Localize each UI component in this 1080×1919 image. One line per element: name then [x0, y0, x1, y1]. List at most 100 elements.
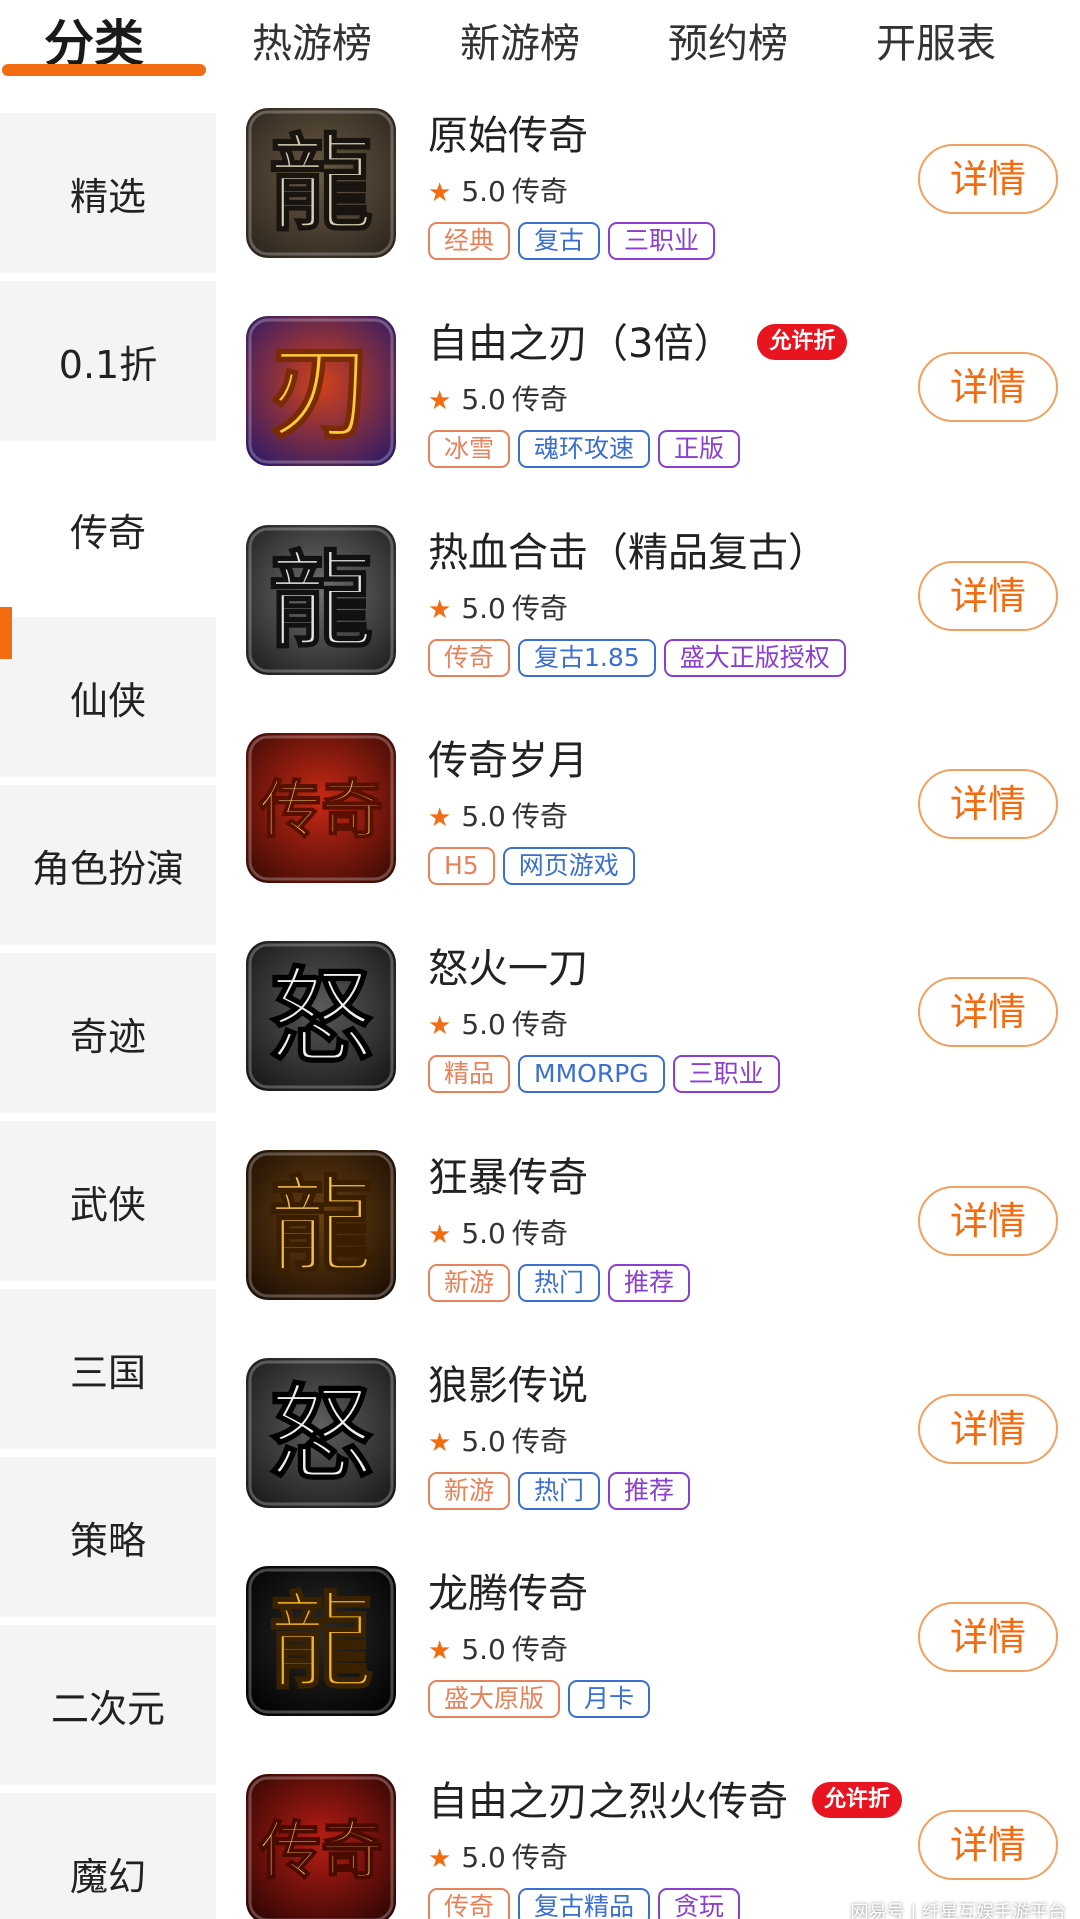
gold-dragon-icon[interactable]: 龍: [246, 1150, 396, 1300]
game-row[interactable]: 龍 龙腾传奇 ★ 5.0 传奇 盛大原版 月卡 详情: [216, 1566, 1080, 1774]
star-icon: ★: [428, 1428, 452, 1458]
sidebar-item-wuxia[interactable]: 武侠: [0, 1121, 216, 1281]
tag-list: 传奇 复古1.85 盛大正版授权: [428, 639, 846, 679]
dragon-char-icon[interactable]: 龍: [246, 108, 396, 258]
rating-row: ★ 5.0 传奇: [428, 1838, 568, 1878]
game-title: 狂暴传奇: [428, 1155, 588, 1201]
game-row[interactable]: 怒 怒火一刀 ★ 5.0 传奇 精品 MMORPG 三职业 详情: [216, 941, 1080, 1149]
star-icon: ★: [428, 386, 452, 416]
sidebar-item-label: 角色扮演: [31, 846, 184, 891]
tag-list: 精品 MMORPG 三职业: [428, 1055, 780, 1095]
game-tag: 推荐: [608, 1264, 691, 1302]
discount-badge: 允许折: [757, 324, 848, 360]
game-title: 龙腾传奇: [428, 1571, 588, 1617]
rating-value: 5.0: [461, 592, 506, 625]
game-genre: 传奇: [511, 1633, 568, 1666]
sidebar-item-rpg[interactable]: 角色扮演: [0, 785, 216, 945]
svg-text:怒: 怒: [269, 955, 373, 1078]
tab-reservation[interactable]: 预约榜: [668, 14, 788, 74]
game-tag: 三职业: [672, 1055, 780, 1093]
gold-dragon-orb-icon[interactable]: 龍: [246, 1566, 396, 1716]
game-row[interactable]: 龍热血合击（精品复古） ★ 5.0 传奇 传奇 复古1.85 盛大正版授权 详情: [216, 525, 1080, 733]
game-tag: 经典: [428, 222, 511, 260]
sidebar-item-three-kingdoms[interactable]: 三国: [0, 1289, 216, 1449]
game-title: 原始传奇: [428, 113, 588, 159]
svg-text:传奇: 传奇: [258, 773, 383, 846]
game-title: 怒火一刀: [428, 946, 588, 992]
sidebar-item-strategy[interactable]: 策略: [0, 1457, 216, 1617]
game-row[interactable]: 刃 自由之刃（3倍） 允许折 ★ 5.0 传奇 冰雪 魂环攻速 正版 详情: [216, 316, 1080, 524]
star-icon: ★: [428, 1011, 452, 1041]
detail-button[interactable]: 详情: [918, 1810, 1058, 1880]
rating-value: 5.0: [461, 383, 506, 416]
anger-speed-icon[interactable]: 怒: [246, 1358, 396, 1508]
detail-button[interactable]: 详情: [918, 144, 1058, 214]
rating-value: 5.0: [461, 800, 506, 833]
game-row[interactable]: 怒 狼影传说 ★ 5.0 传奇 新游 热门 推荐 详情: [216, 1358, 1080, 1566]
sidebar-item-fantasy[interactable]: 魔幻: [0, 1793, 216, 1919]
tag-list: 盛大原版 月卡: [428, 1680, 651, 1720]
game-tag: 精品: [428, 1055, 511, 1093]
game-title: 自由之刃之烈火传奇: [428, 1779, 788, 1825]
rating-value: 5.0: [461, 1217, 506, 1250]
tag-list: 经典 复古 三职业: [428, 222, 716, 262]
sidebar-item-xianxia[interactable]: 仙侠: [0, 617, 216, 777]
discount-badge: 允许折: [812, 1782, 903, 1818]
game-genre: 传奇: [511, 800, 568, 833]
legend-super-icon[interactable]: 传奇: [246, 1774, 396, 1919]
star-icon: ★: [428, 1220, 452, 1250]
game-tag: 传奇: [428, 1888, 511, 1919]
legend-fire-icon[interactable]: 传奇: [246, 733, 396, 883]
rating-row: ★ 5.0 传奇: [428, 1422, 568, 1462]
rating-row: ★ 5.0 传奇: [428, 589, 568, 629]
blade-char-icon[interactable]: 刃: [246, 316, 396, 466]
sidebar-item-legend[interactable]: 传奇: [0, 449, 216, 609]
detail-button[interactable]: 详情: [918, 352, 1058, 422]
detail-button[interactable]: 详情: [918, 977, 1058, 1047]
game-tag: 复古: [518, 222, 601, 260]
detail-button[interactable]: 详情: [918, 1394, 1058, 1464]
tag-list: 冰雪 魂环攻速 正版: [428, 430, 741, 470]
detail-button[interactable]: 详情: [918, 1186, 1058, 1256]
sidebar-item-label: 奇迹: [69, 1014, 146, 1059]
game-genre: 传奇: [511, 1425, 568, 1458]
watermark: 网易号 | 纤星互娱手游平台: [850, 1902, 1066, 1919]
tab-hot-games[interactable]: 热游榜: [252, 14, 372, 74]
game-tag: 复古精品: [518, 1888, 651, 1919]
sidebar-item-miracle[interactable]: 奇迹: [0, 953, 216, 1113]
dragon-metal-icon[interactable]: 龍: [246, 525, 396, 675]
game-tag: 魂环攻速: [518, 430, 651, 468]
sidebar-item-featured[interactable]: 精选: [0, 113, 216, 273]
detail-button[interactable]: 详情: [918, 1602, 1058, 1672]
game-tag: 传奇: [428, 639, 511, 677]
rating-value: 5.0: [461, 1841, 506, 1874]
svg-text:龍: 龍: [269, 1580, 373, 1703]
active-category-indicator: [0, 607, 12, 659]
sidebar-item-anime[interactable]: 二次元: [0, 1625, 216, 1785]
sidebar-item-label: 0.1折: [58, 342, 158, 387]
star-icon: ★: [428, 1844, 452, 1874]
game-row[interactable]: 传奇 传奇岁月 ★ 5.0 传奇 H5 网页游戏 详情: [216, 733, 1080, 941]
game-row[interactable]: 龍 原始传奇 ★ 5.0 传奇 经典 复古 三职业 详情: [216, 108, 1080, 316]
game-row[interactable]: 龍 狂暴传奇 ★ 5.0 传奇 新游 热门 推荐 详情: [216, 1150, 1080, 1358]
active-tab-underline: [2, 64, 206, 76]
detail-button[interactable]: 详情: [918, 769, 1058, 839]
game-tag: 盛大正版授权: [663, 639, 846, 677]
tab-server-schedule[interactable]: 开服表: [876, 14, 996, 74]
game-tag: 推荐: [608, 1472, 691, 1510]
rating-value: 5.0: [461, 1425, 506, 1458]
detail-button[interactable]: 详情: [918, 561, 1058, 631]
anger-char-icon[interactable]: 怒: [246, 941, 396, 1091]
game-tag: 三职业: [608, 222, 716, 260]
sidebar-item-label: 武侠: [69, 1182, 146, 1227]
game-tag: 月卡: [568, 1680, 651, 1718]
rating-value: 5.0: [461, 175, 506, 208]
svg-text:传奇: 传奇: [258, 1814, 383, 1887]
tab-new-games[interactable]: 新游榜: [460, 14, 580, 74]
sidebar-item-label: 魔幻: [69, 1854, 146, 1899]
top-tab-bar: 分类 热游榜 新游榜 预约榜 开服表: [0, 0, 1080, 105]
star-icon: ★: [428, 803, 452, 833]
game-genre: 传奇: [511, 1008, 568, 1041]
sidebar-item-discount[interactable]: 0.1折: [0, 281, 216, 441]
game-genre: 传奇: [511, 592, 568, 625]
